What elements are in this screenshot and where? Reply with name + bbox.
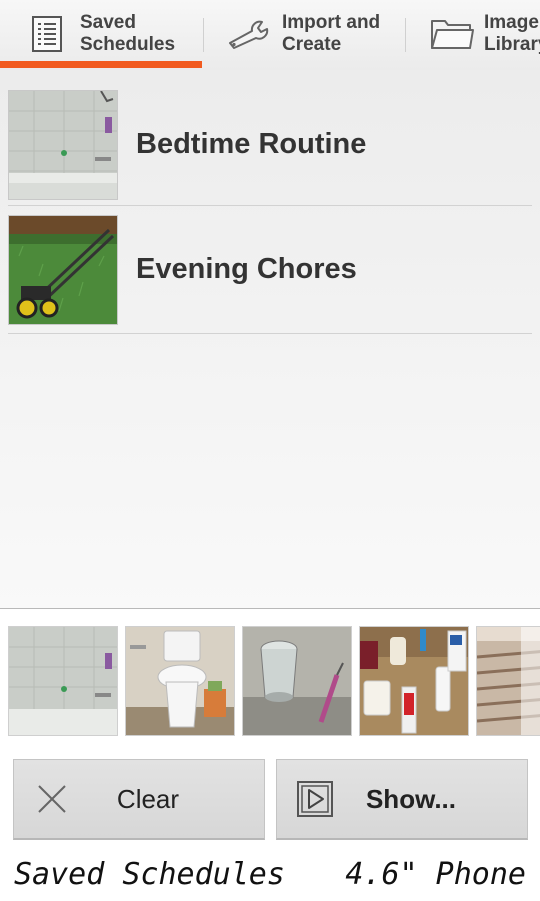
show-button[interactable]: Show... bbox=[276, 759, 528, 840]
image-thumbnail-bathtub[interactable] bbox=[8, 626, 118, 736]
image-thumbnail-toothpaste[interactable] bbox=[359, 626, 469, 736]
play-icon bbox=[295, 779, 335, 819]
folder-icon bbox=[428, 11, 476, 57]
list-item[interactable]: Evening Chores bbox=[8, 206, 532, 334]
tab-label: Import and Create bbox=[282, 12, 381, 55]
tab-label: Image Library bbox=[484, 12, 540, 55]
schedule-title: Bedtime Routine bbox=[136, 128, 367, 160]
list-item[interactable]: Bedtime Routine bbox=[8, 84, 532, 206]
close-x-icon bbox=[32, 779, 72, 819]
clear-button[interactable]: Clear bbox=[13, 759, 265, 840]
image-thumbnail-bed[interactable] bbox=[476, 626, 540, 736]
image-strip[interactable] bbox=[0, 626, 540, 738]
clear-button-label: Clear bbox=[116, 783, 180, 814]
tab-label: Saved Schedules bbox=[80, 12, 176, 55]
schedule-list: Bedtime Routine Evening Chores bbox=[0, 70, 540, 608]
schedule-title: Evening Chores bbox=[136, 253, 357, 285]
image-thumbnail-toilet[interactable] bbox=[125, 626, 235, 736]
tab-image-library[interactable]: Image Library bbox=[406, 0, 540, 68]
list-document-icon bbox=[24, 11, 70, 57]
image-thumbnail-glass[interactable] bbox=[242, 626, 352, 736]
tab-bar: Saved Schedules Import and Create Image … bbox=[0, 0, 540, 71]
bathtub-thumbnail bbox=[8, 89, 118, 200]
selected-tab-indicator bbox=[0, 61, 202, 68]
device-caption: 4.6" Phone bbox=[345, 857, 526, 892]
screen-caption: Saved Schedules bbox=[14, 857, 285, 892]
show-button-label: Show... bbox=[365, 783, 457, 814]
tab-saved-schedules[interactable]: Saved Schedules bbox=[0, 0, 202, 68]
lawn-mower-thumbnail bbox=[8, 214, 118, 325]
tab-import-and-create[interactable]: Import and Create bbox=[204, 0, 404, 68]
bottom-panel: Clear Show... Saved Schedules 4.6" Phone bbox=[0, 608, 540, 901]
wrench-icon bbox=[224, 11, 274, 57]
